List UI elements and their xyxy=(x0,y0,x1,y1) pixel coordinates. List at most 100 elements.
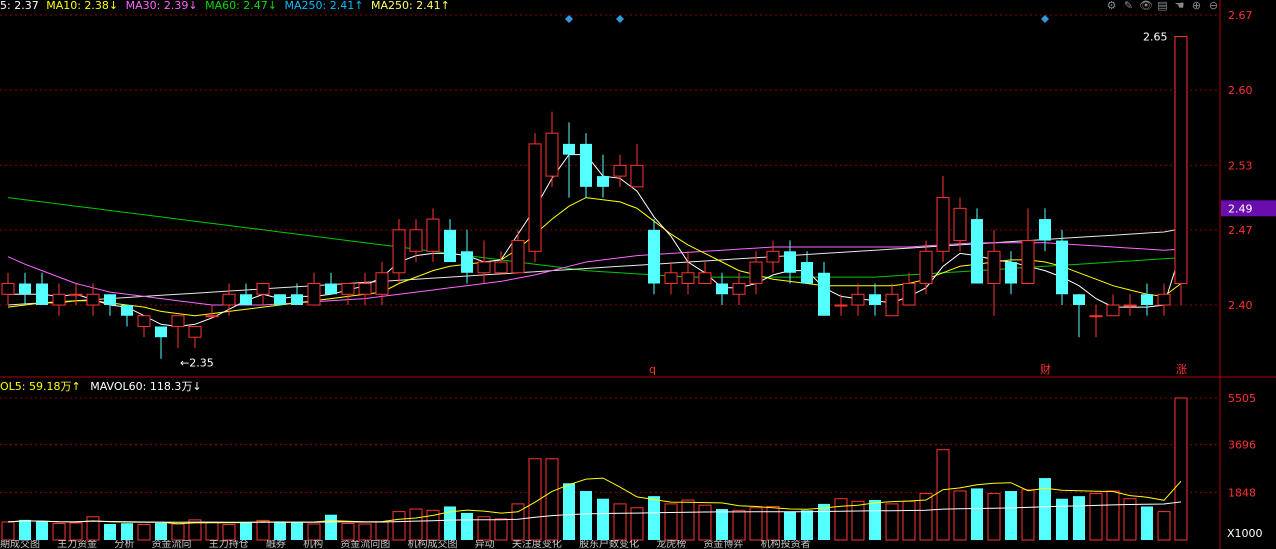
tab-item[interactable]: 股东户数变化 xyxy=(579,540,639,549)
candle-body xyxy=(869,294,881,305)
event-marker-label: q xyxy=(649,363,656,376)
volume-bar xyxy=(971,488,983,540)
ma5-value: 5: 2.37 xyxy=(0,0,39,12)
tab-item[interactable]: 关注度变化 xyxy=(512,540,562,549)
volume-bar xyxy=(1005,490,1017,540)
ma250-value: MA250: 2.41↑ xyxy=(284,0,364,12)
low-price-label: ←2.35 xyxy=(180,357,214,370)
volume-bar xyxy=(69,522,83,541)
volume-bar xyxy=(36,521,48,540)
volume-tick-label: 3696 xyxy=(1228,439,1256,452)
volume-bar xyxy=(121,523,133,540)
volume-bar xyxy=(784,511,796,540)
tab-item[interactable]: 主力持仓 xyxy=(209,540,249,549)
candle-body xyxy=(205,315,219,318)
candle-body xyxy=(784,251,796,273)
volume-bar xyxy=(240,521,252,540)
volume-bar xyxy=(1056,498,1068,540)
plus-circle-icon[interactable]: ⊕ xyxy=(1190,0,1203,12)
candle-body xyxy=(104,294,116,305)
book-icon[interactable]: ▤ xyxy=(1156,0,1169,12)
volume-bar xyxy=(256,519,270,541)
volume-bar xyxy=(801,510,813,540)
candle-body xyxy=(444,229,456,263)
candle-body xyxy=(1,283,15,295)
hand-icon[interactable]: ☚ xyxy=(1173,0,1186,12)
volume-bar xyxy=(936,449,950,541)
candle-body xyxy=(936,197,950,252)
indicator-tabs: 期成交图 主力资金 分析 资金流向 主力持仓 融券 机构 资金流向图 机构成交图… xyxy=(0,540,1220,549)
candle-body xyxy=(256,283,270,295)
tab-item[interactable]: 机构成交图 xyxy=(408,540,458,549)
volume-bar xyxy=(104,524,116,540)
volume-bar xyxy=(1,521,15,541)
pen-icon[interactable]: ✎ xyxy=(1122,0,1135,12)
candle-body xyxy=(630,164,644,188)
candle-body xyxy=(885,293,899,317)
candle-body xyxy=(749,261,763,285)
candle-body xyxy=(851,293,865,306)
minus-circle-icon[interactable]: ⊖ xyxy=(1207,0,1220,12)
event-marker-diamond xyxy=(1041,15,1049,23)
volume-bar xyxy=(205,521,219,541)
candle-body xyxy=(1039,219,1051,241)
candle-body xyxy=(919,250,933,285)
candles-group xyxy=(1,35,1188,359)
candle-body xyxy=(307,283,321,306)
volume-bar xyxy=(86,516,100,541)
volume-bar xyxy=(1039,478,1051,540)
volume-bar xyxy=(749,507,763,541)
tab-item[interactable]: 机构投资者 xyxy=(761,540,811,549)
volume-bar xyxy=(1157,511,1171,541)
tab-item[interactable]: 龙虎榜 xyxy=(656,540,686,549)
stock-chart[interactable]: 2.67 2.60 2.53 2.47 2.40 2.49 5505 3696 1848 X100… xyxy=(0,0,1276,549)
ma60-value: MA60: 2.47↓ xyxy=(205,0,278,12)
price-tick-label: 2.67 xyxy=(1228,9,1253,22)
candle-body xyxy=(953,207,967,242)
tab-item[interactable]: 分析 xyxy=(114,540,134,549)
candle-body xyxy=(19,283,31,295)
tab-item[interactable]: 异动 xyxy=(475,540,495,549)
candle-body xyxy=(801,262,813,284)
volume-bar xyxy=(1106,490,1120,541)
candle-body xyxy=(426,218,440,252)
volume-unit-label: X1000 xyxy=(1227,527,1263,540)
event-marker-label: 财 xyxy=(1040,362,1051,376)
candle-body xyxy=(597,176,609,187)
volume-bar xyxy=(1141,506,1153,540)
tab-item[interactable]: 资金流向 xyxy=(152,540,192,549)
eye-icon[interactable]: 👁 xyxy=(1139,0,1153,12)
candle-body xyxy=(69,293,83,296)
volume-bar xyxy=(698,504,712,541)
volume-bar xyxy=(1073,496,1085,540)
candle-body xyxy=(681,272,695,285)
volume-bar xyxy=(341,522,355,541)
price-tick-label: 2.40 xyxy=(1228,299,1253,312)
tab-item[interactable]: 资金流向图 xyxy=(340,540,390,549)
volume-bar xyxy=(325,514,337,540)
volume-bar xyxy=(358,523,372,541)
tab-item[interactable]: 机构 xyxy=(303,540,323,549)
gear-icon[interactable]: ⚙ xyxy=(1105,0,1118,12)
tab-item[interactable]: 资金博弈 xyxy=(703,540,743,549)
candle-body xyxy=(291,294,303,305)
candle-body xyxy=(1157,293,1171,306)
tab-item[interactable]: 期成交图 xyxy=(0,540,40,549)
volume-bar xyxy=(834,498,848,541)
volume-bar xyxy=(732,509,746,541)
candle-body xyxy=(341,283,355,295)
candle-body xyxy=(274,294,286,305)
mavol60-value: MAVOL60: 118.3万↓ xyxy=(90,380,202,393)
tab-item[interactable]: 融券 xyxy=(266,540,286,549)
volume-bar xyxy=(461,512,473,540)
volume-bar xyxy=(375,521,389,541)
candle-body xyxy=(1021,240,1035,285)
candle-body xyxy=(409,229,423,252)
ma5-line xyxy=(8,154,1182,328)
tab-item[interactable]: 主力资金 xyxy=(57,540,97,549)
ma-legend: 5: 2.37 MA10: 2.38↓ MA30: 2.39↓ MA60: 2.… xyxy=(0,0,454,12)
candle-body xyxy=(36,283,48,305)
volume-bar xyxy=(869,500,881,540)
candle-body xyxy=(528,143,542,252)
volume-bar xyxy=(664,503,678,541)
